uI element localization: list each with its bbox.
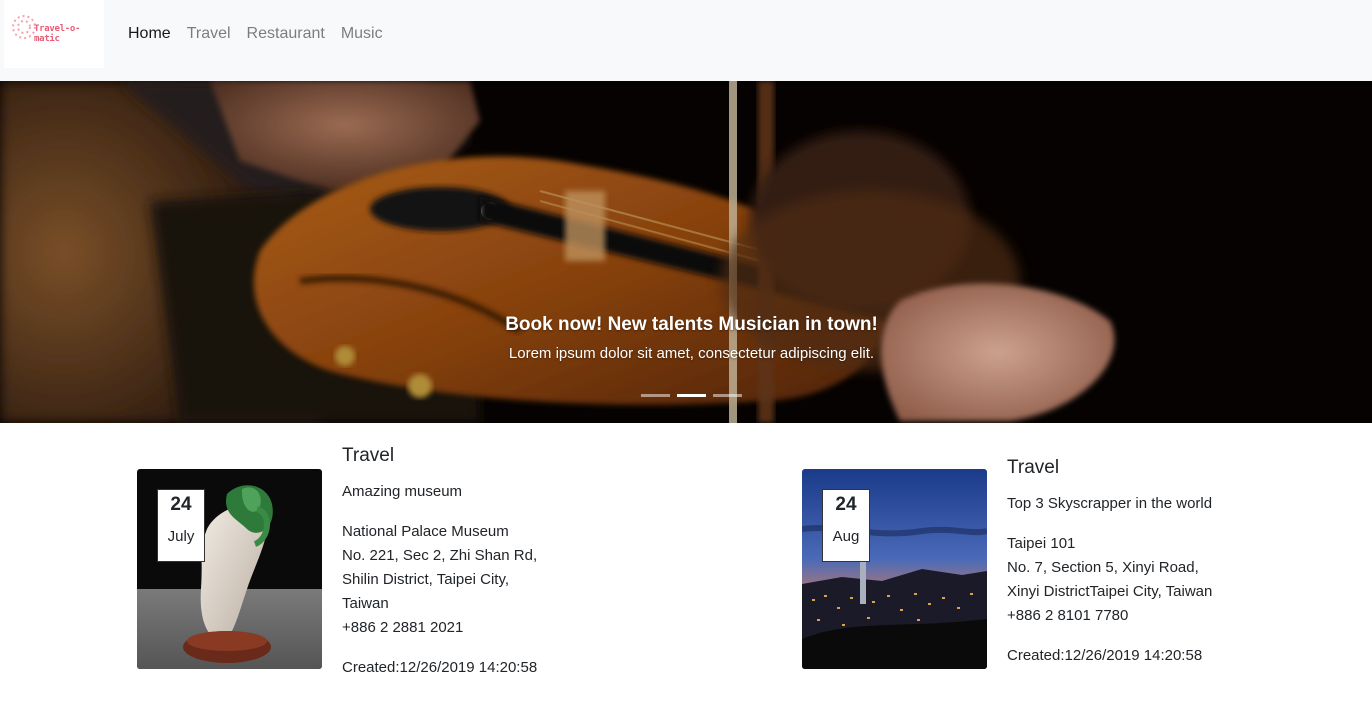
address-line: Xinyi DistrictTaipei City, Taiwan bbox=[1007, 583, 1213, 600]
phone-number: +886 2 2881 2021 bbox=[342, 619, 464, 636]
nav-travel[interactable]: Travel bbox=[187, 24, 231, 44]
created-timestamp: Created:12/26/2019 14:20:58 bbox=[342, 659, 538, 676]
main-nav: Home Travel Restaurant Music bbox=[128, 24, 383, 44]
caption-title: Book now! New talents Musician in town! bbox=[505, 314, 878, 335]
navbar: Travel-o-matic Home Travel Restaurant Mu… bbox=[0, 0, 1372, 81]
created-timestamp: Created:12/26/2019 14:20:58 bbox=[1007, 647, 1203, 664]
card-description: Amazing museum bbox=[342, 483, 463, 500]
indicator-1[interactable] bbox=[641, 394, 670, 397]
address-line: Taiwan bbox=[342, 595, 389, 612]
card-title: Travel bbox=[1007, 457, 1060, 478]
address-line: No. 221, Sec 2, Zhi Shan Rd, bbox=[342, 547, 538, 564]
card-title: Travel bbox=[342, 445, 395, 466]
indicator-2[interactable] bbox=[677, 394, 706, 397]
nav-music[interactable]: Music bbox=[341, 24, 383, 44]
card-body: Travel Amazing museum National Palace Mu… bbox=[342, 444, 602, 680]
date-day: 24 bbox=[170, 494, 192, 515]
card-description: Top 3 Skyscrapper in the world bbox=[1007, 495, 1213, 512]
address-line: Taipei 101 bbox=[1007, 535, 1076, 552]
nav-restaurant[interactable]: Restaurant bbox=[247, 24, 325, 44]
hero-carousel[interactable]: Book now! New talents Musician in town! … bbox=[0, 81, 1372, 423]
card-body: Travel Top 3 Skyscrapper in the world Ta… bbox=[1007, 456, 1307, 668]
carousel-indicators bbox=[641, 394, 742, 397]
date-month: Aug bbox=[832, 528, 860, 545]
violinist-photo bbox=[0, 81, 1372, 423]
date-badge: 24 July bbox=[157, 489, 205, 562]
date-day: 24 bbox=[835, 494, 857, 515]
card-address: Taipei 101 No. 7, Section 5, Xinyi Road,… bbox=[1007, 532, 1307, 628]
carousel-caption: Book now! New talents Musician in town! … bbox=[0, 313, 1372, 364]
logo-text: Travel-o-matic bbox=[34, 24, 81, 44]
caption-text: Lorem ipsum dolor sit amet, consectetur … bbox=[508, 345, 875, 362]
card-address: National Palace Museum No. 221, Sec 2, Z… bbox=[342, 520, 602, 640]
address-line: No. 7, Section 5, Xinyi Road, bbox=[1007, 559, 1199, 576]
address-line: Shilin District, Taipei City, bbox=[342, 571, 509, 588]
indicator-3[interactable] bbox=[713, 394, 742, 397]
date-month: July bbox=[167, 528, 195, 545]
phone-number: +886 2 8101 7780 bbox=[1007, 607, 1129, 624]
brand-logo[interactable]: Travel-o-matic bbox=[4, 0, 104, 68]
address-line: National Palace Museum bbox=[342, 523, 509, 540]
nav-home[interactable]: Home bbox=[128, 24, 171, 44]
date-badge: 24 Aug bbox=[822, 489, 870, 562]
